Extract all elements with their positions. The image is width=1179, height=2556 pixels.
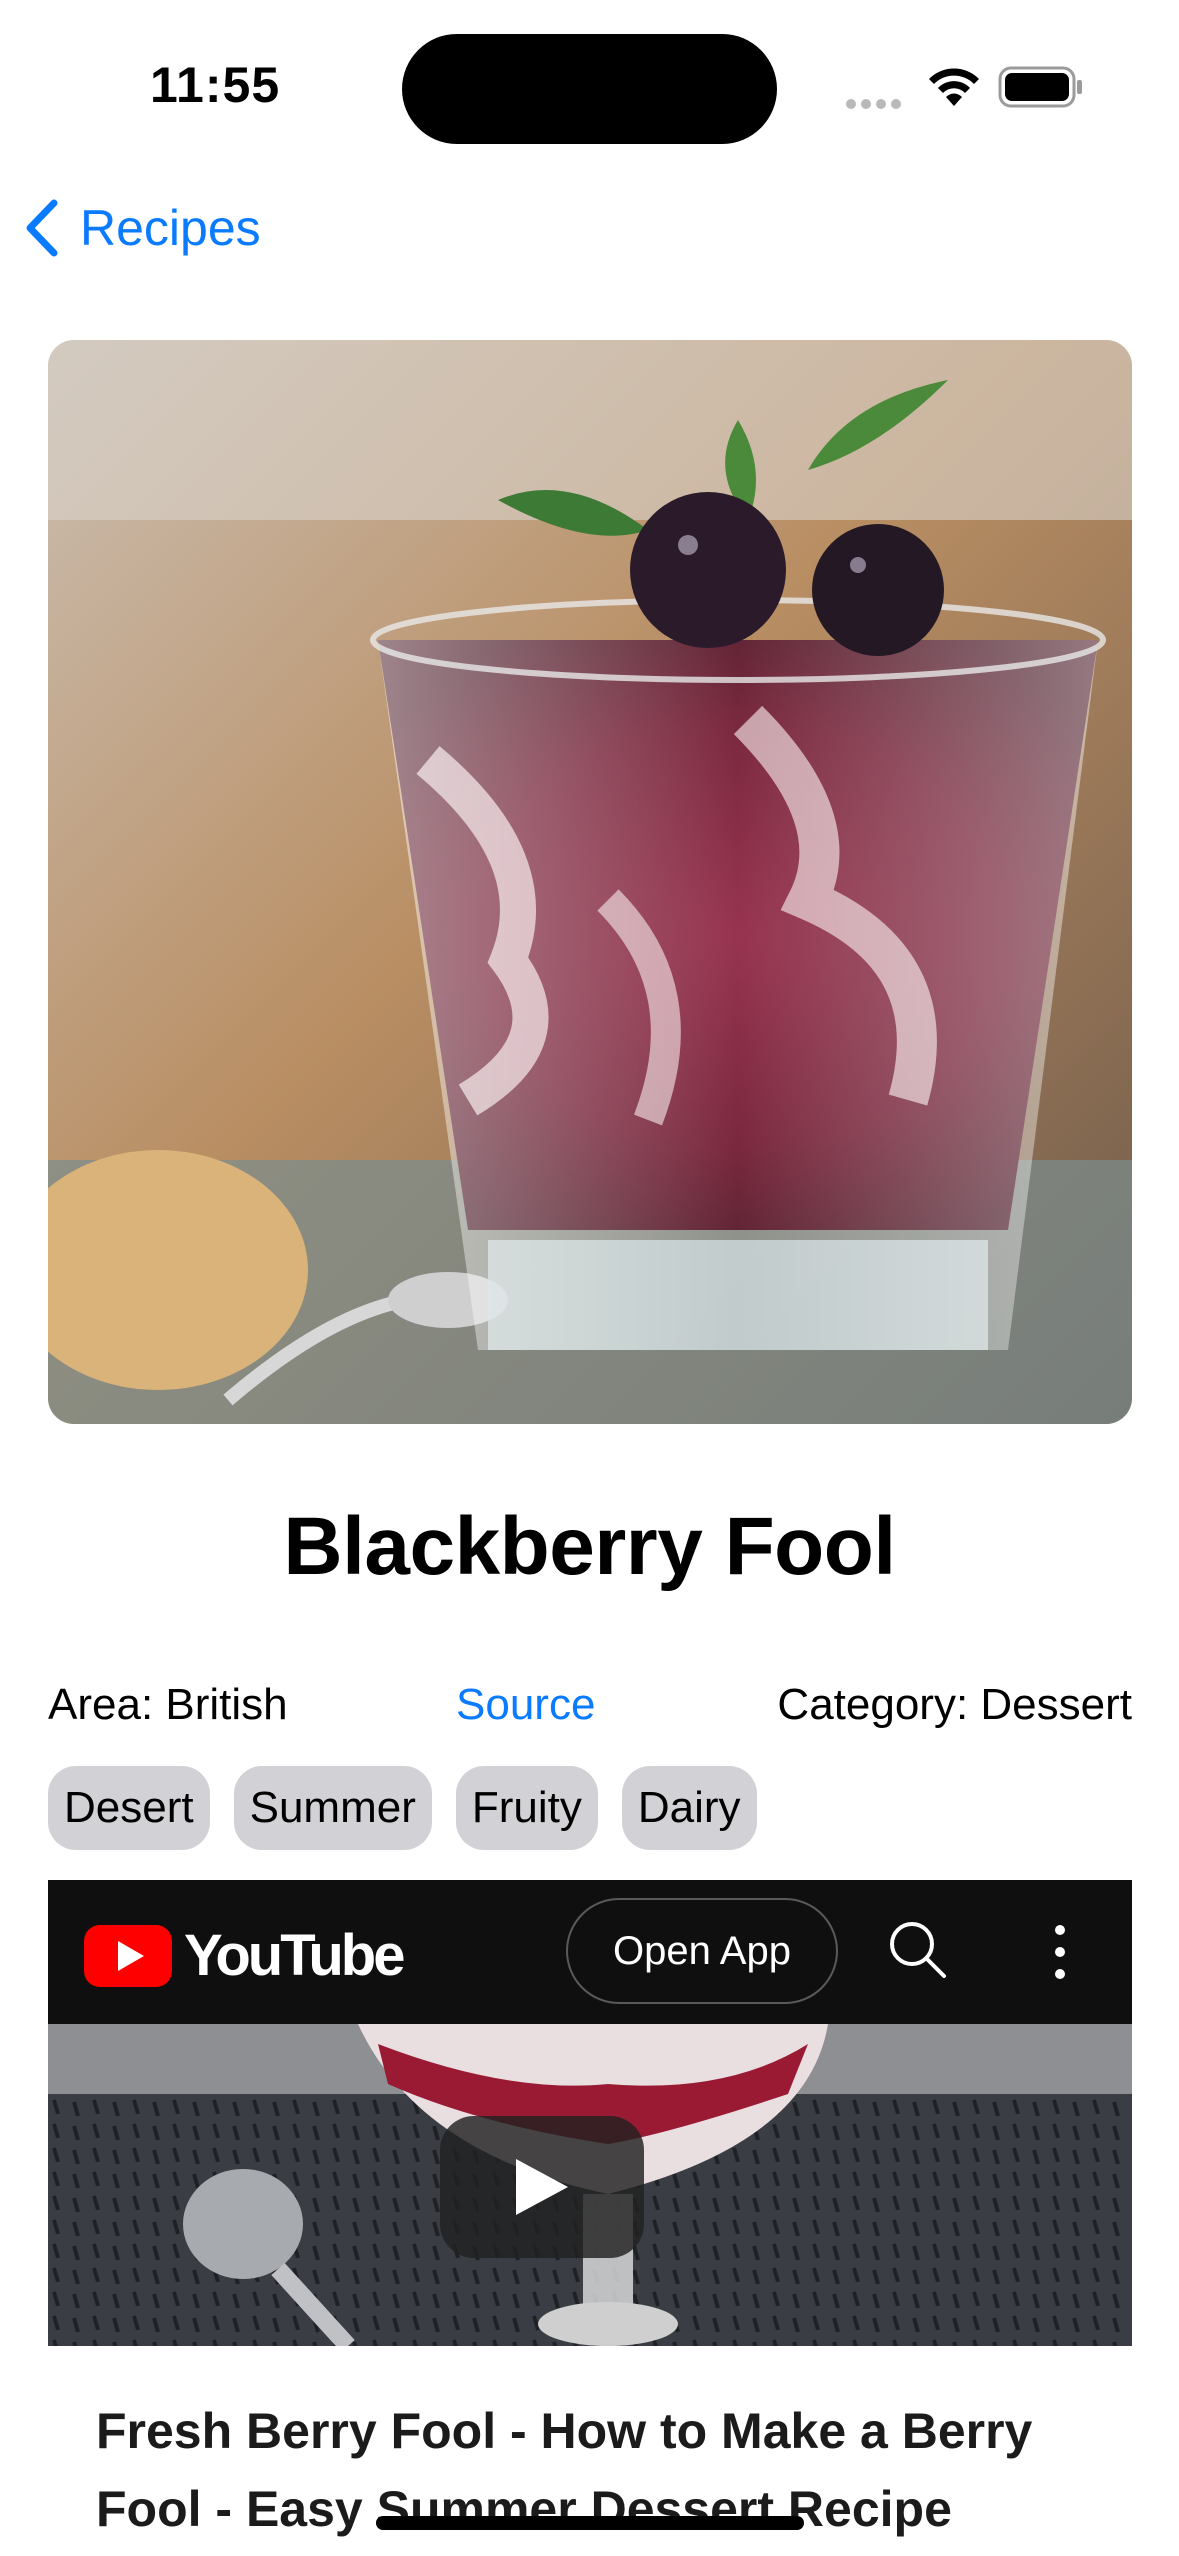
- play-icon: [516, 2159, 568, 2215]
- recipe-title: Blackberry Fool: [283, 1501, 896, 1592]
- tag-chip: Summer: [233, 1766, 432, 1850]
- source-link[interactable]: Source: [456, 1680, 595, 1730]
- recipe-category: Category: Dessert: [777, 1680, 1132, 1729]
- home-indicator: [376, 2516, 804, 2530]
- play-button[interactable]: [440, 2116, 644, 2258]
- wifi-icon: [929, 68, 979, 106]
- status-time: 11:55: [150, 57, 281, 113]
- back-button[interactable]: Recipes: [24, 196, 261, 260]
- search-icon[interactable]: [886, 1918, 950, 1982]
- youtube-wordmark: YouTube: [184, 1923, 405, 1988]
- youtube-logo[interactable]: YouTube: [84, 1922, 405, 1989]
- youtube-logo-icon: [84, 1924, 172, 1987]
- youtube-embed[interactable]: YouTube Open App: [48, 1880, 1132, 2346]
- cellular-signal-icon: [846, 96, 906, 114]
- back-button-label: Recipes: [80, 200, 261, 256]
- battery-icon: [998, 66, 1082, 108]
- chevron-left-icon: [26, 199, 58, 257]
- youtube-header: YouTube Open App: [48, 1880, 1132, 2024]
- recipe-image: [48, 340, 1132, 1424]
- status-bar: 11:55: [0, 0, 1179, 170]
- recipe-meta: Area: British Source Category: Dessert: [48, 1680, 1132, 1744]
- open-app-button[interactable]: Open App: [566, 1898, 838, 2004]
- more-vertical-icon[interactable]: [1048, 1920, 1072, 1984]
- tag-chip: Fruity: [455, 1766, 598, 1850]
- tag-chip: Desert: [48, 1766, 210, 1850]
- tag-chip: Dairy: [621, 1766, 757, 1850]
- recipe-area: Area: British: [48, 1680, 288, 1729]
- tag-list: Desert Summer Fruity Dairy: [48, 1766, 757, 1850]
- dynamic-island: [402, 34, 777, 144]
